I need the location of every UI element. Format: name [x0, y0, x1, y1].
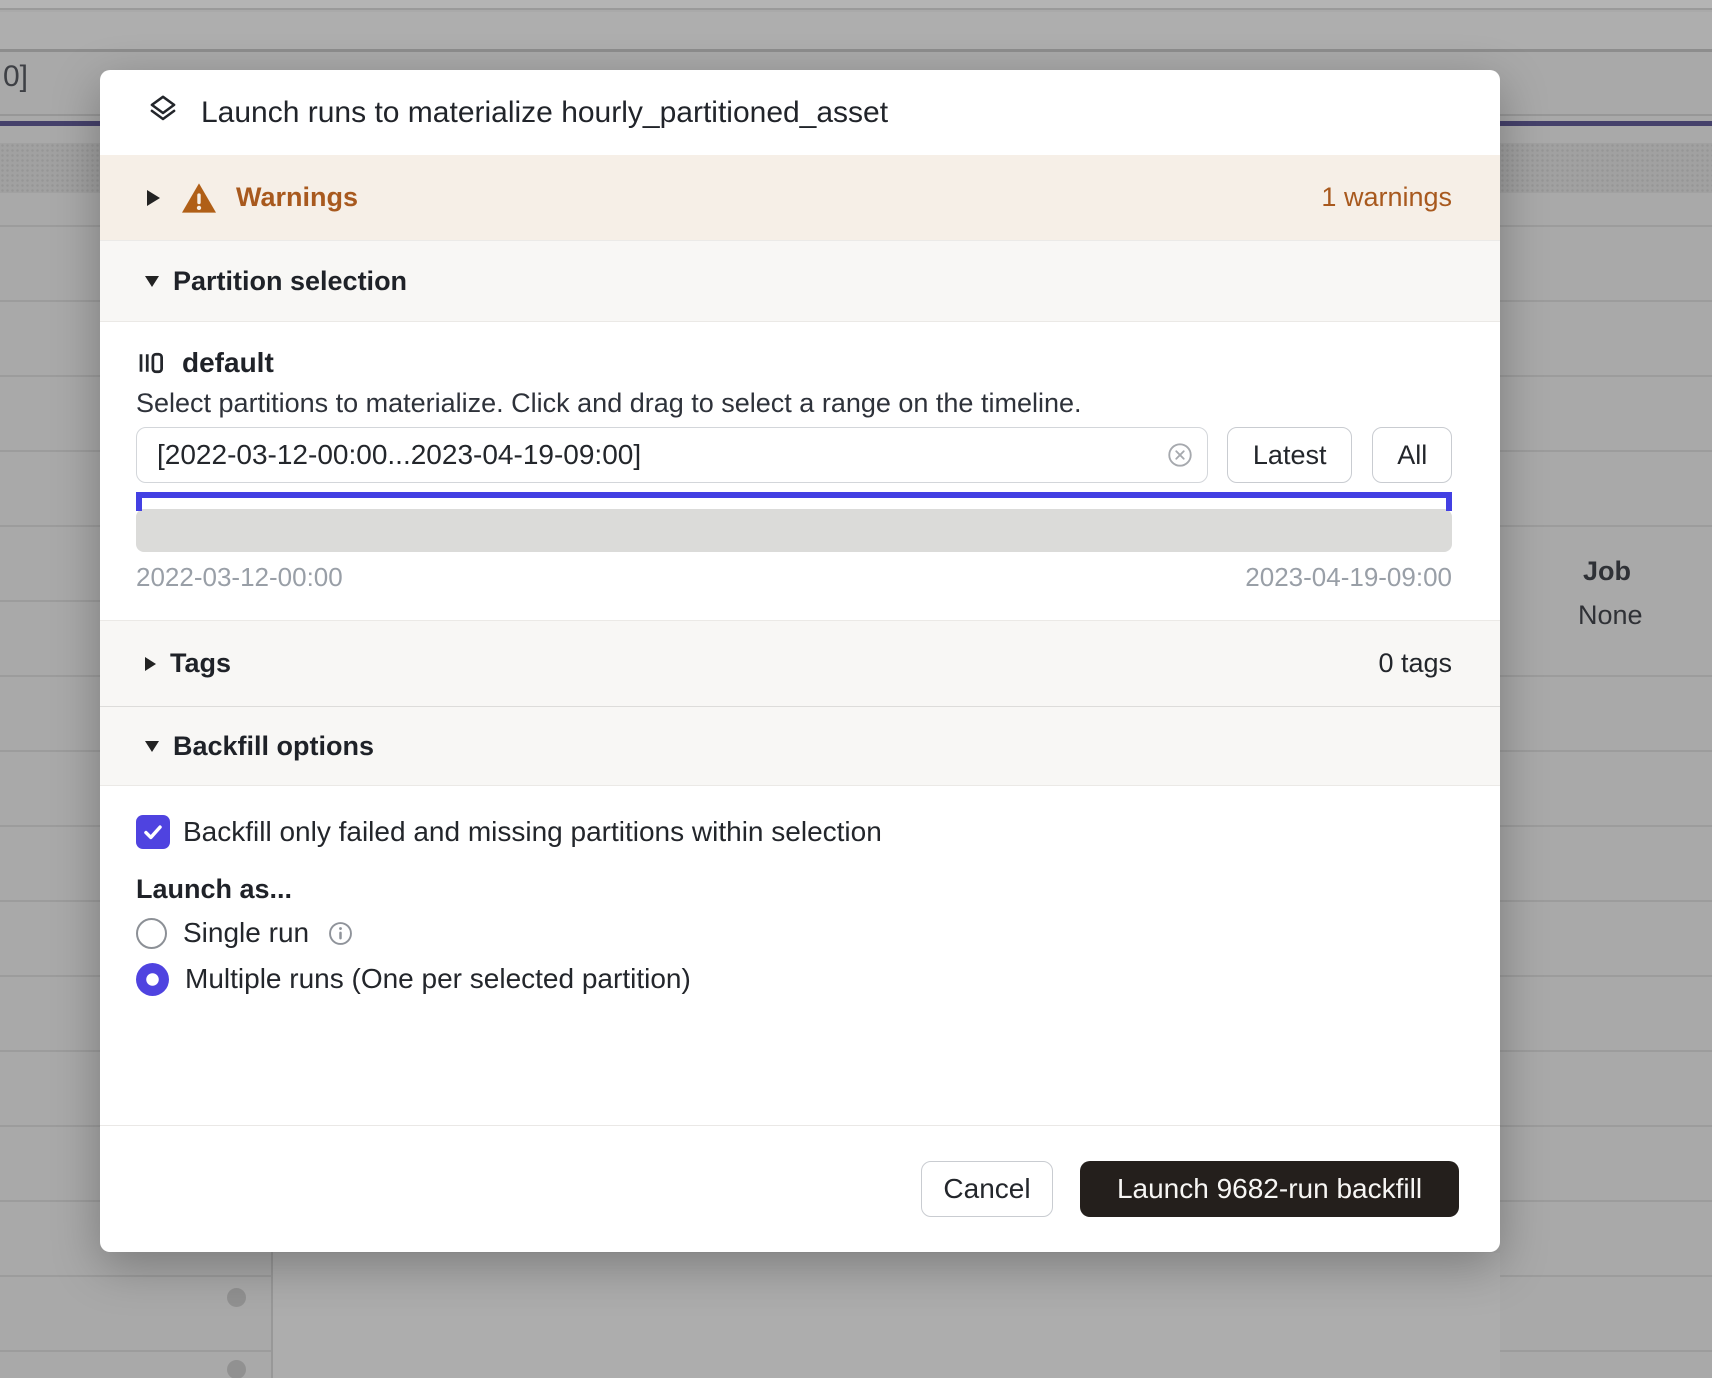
tags-title: Tags: [170, 648, 231, 679]
background-bottom-panel: [273, 1253, 1500, 1378]
asset-layers-icon: [145, 92, 181, 133]
partition-selection-section-header[interactable]: Partition selection: [100, 240, 1500, 322]
partition-health-timeline[interactable]: [136, 509, 1452, 552]
background-toolbar: [0, 12, 1712, 52]
timeline-start-label: 2022-03-12-00:00: [136, 562, 343, 593]
backfill-options-section-header[interactable]: Backfill options: [100, 706, 1500, 786]
dialog-header: Launch runs to materialize hourly_partit…: [100, 70, 1500, 155]
partition-selection-description: Select partitions to materialize. Click …: [136, 388, 1452, 420]
clear-selection-icon[interactable]: [1166, 441, 1194, 469]
tags-section-header[interactable]: Tags 0 tags: [100, 620, 1500, 706]
single-run-option: Single run: [136, 916, 1452, 950]
chevron-right-icon[interactable]: [145, 657, 156, 671]
single-run-label: Single run: [183, 917, 309, 949]
background-clipped-input-text: 0]: [3, 60, 28, 94]
dialog-footer: Cancel Launch 9682-run backfill: [100, 1125, 1500, 1252]
launch-backfill-dialog: Launch runs to materialize hourly_partit…: [100, 70, 1500, 1252]
partition-input-row: Latest All: [136, 427, 1452, 483]
chevron-right-icon[interactable]: [147, 190, 160, 206]
all-button[interactable]: All: [1372, 427, 1452, 483]
background-status-dot: [227, 1360, 246, 1378]
launch-backfill-button[interactable]: Launch 9682-run backfill: [1080, 1161, 1459, 1217]
selected-range-indicator: [136, 492, 1452, 498]
partition-range-input-wrap: [136, 427, 1208, 483]
background-job-label: Job: [1583, 556, 1631, 587]
background-top-strip: [0, 0, 1712, 10]
warnings-label: Warnings: [236, 182, 358, 213]
multiple-runs-option: Multiple runs (One per selected partitio…: [136, 962, 1452, 996]
partition-range-input[interactable]: [136, 427, 1208, 483]
launch-as-label: Launch as...: [136, 874, 1452, 904]
chevron-down-icon[interactable]: [145, 741, 159, 752]
timeline-end-label: 2023-04-19-09:00: [1245, 562, 1452, 593]
single-run-radio[interactable]: [136, 918, 167, 949]
dialog-title: Launch runs to materialize hourly_partit…: [201, 96, 888, 130]
backfill-only-failed-label: Backfill only failed and missing partiti…: [183, 816, 882, 848]
warnings-count: 1 warnings: [1321, 182, 1452, 213]
partition-selection-content: default Select partitions to materialize…: [100, 322, 1500, 620]
backfill-options-content: Backfill only failed and missing partiti…: [100, 786, 1500, 1125]
backfill-only-failed-row: Backfill only failed and missing partiti…: [136, 814, 1452, 850]
background-job-value: None: [1578, 600, 1643, 631]
timeline-labels: 2022-03-12-00:00 2023-04-19-09:00: [136, 562, 1452, 593]
partition-set-icon: [136, 348, 166, 378]
backfill-only-failed-checkbox[interactable]: [136, 815, 170, 849]
latest-button[interactable]: Latest: [1227, 427, 1352, 483]
background-column-divider: [271, 1252, 273, 1378]
cancel-button[interactable]: Cancel: [921, 1161, 1053, 1217]
backfill-options-title: Backfill options: [173, 731, 374, 762]
multiple-runs-label: Multiple runs (One per selected partitio…: [185, 963, 691, 995]
info-icon[interactable]: [327, 920, 354, 947]
partition-dimension-row: default: [136, 346, 1452, 380]
tags-count: 0 tags: [1378, 648, 1452, 679]
chevron-down-icon[interactable]: [145, 276, 159, 287]
background-status-dot: [227, 1288, 246, 1307]
partition-selection-title: Partition selection: [173, 266, 407, 297]
warnings-section-header[interactable]: Warnings 1 warnings: [100, 155, 1500, 240]
partition-dimension-name: default: [182, 347, 274, 379]
warning-triangle-icon: [180, 181, 218, 215]
multiple-runs-radio[interactable]: [136, 963, 169, 996]
